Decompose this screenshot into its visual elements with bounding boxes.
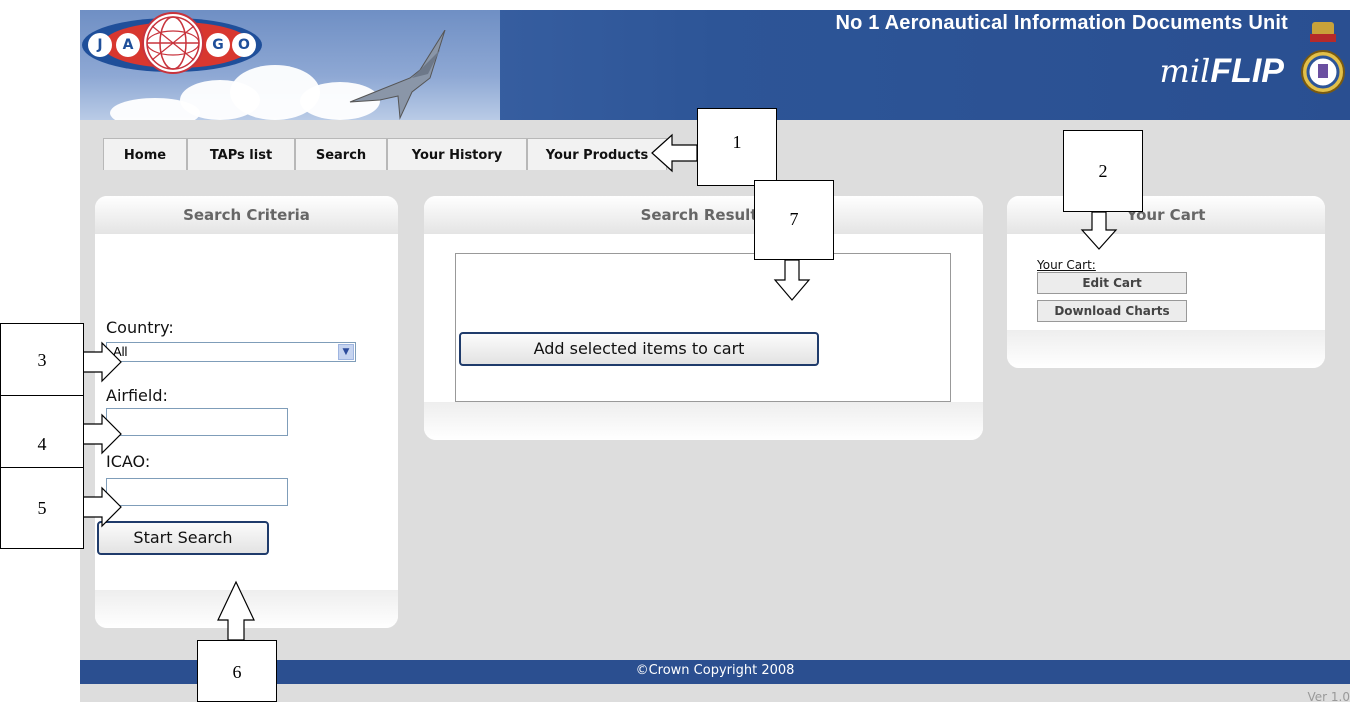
callout-4: 4 xyxy=(0,395,84,468)
callout-3: 3 xyxy=(0,323,84,396)
callout-1: 1 xyxy=(697,108,777,186)
callout-2: 2 xyxy=(1063,130,1143,212)
callout-6: 6 xyxy=(197,640,277,702)
callout-7: 7 xyxy=(754,180,834,260)
callout-5: 5 xyxy=(0,467,84,549)
callout-arrows xyxy=(81,133,1118,641)
